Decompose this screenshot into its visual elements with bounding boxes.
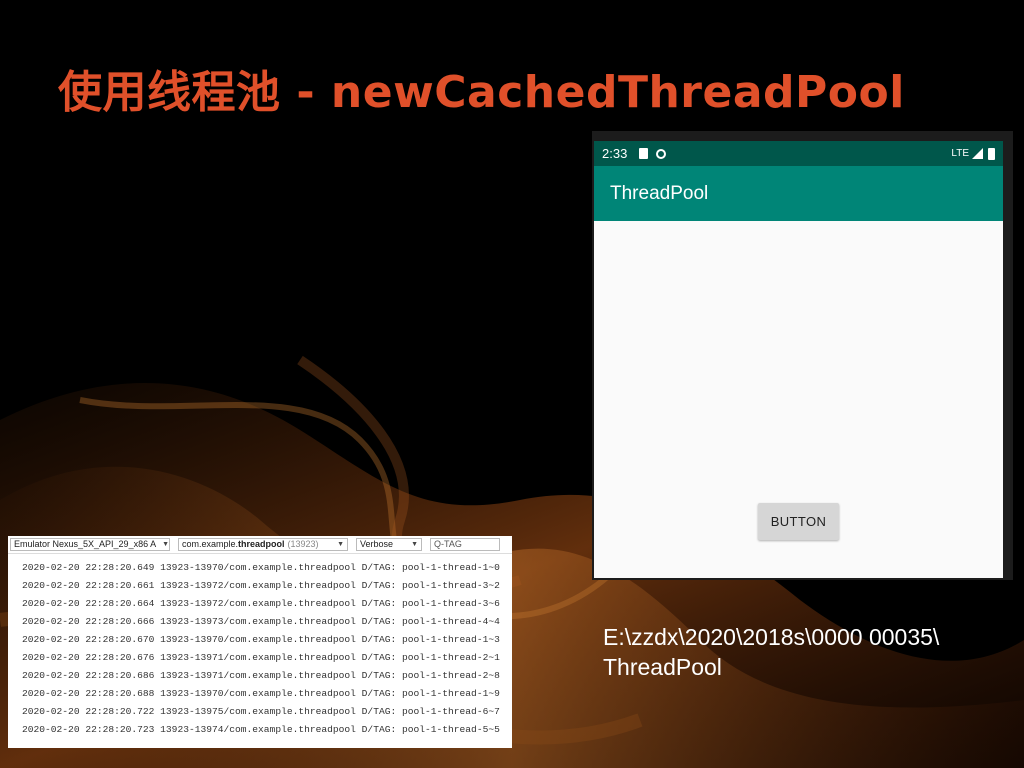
path-line-2: ThreadPool — [603, 654, 722, 680]
chevron-down-icon: ▼ — [337, 541, 344, 548]
path-line-1: E:\zzdx\2020\2018s\0000 00035\ — [603, 624, 940, 650]
app-title: ThreadPool — [610, 182, 709, 204]
log-search-input[interactable]: Q-TAG — [430, 538, 500, 551]
app-bar: ThreadPool — [594, 166, 1003, 221]
phone-screen: 2:33 LTE ThreadPool BUTTON — [594, 141, 1003, 578]
process-prefix: com.example. — [182, 539, 239, 549]
log-line: 2020-02-20 22:28:20.686 13923-13971/com.… — [22, 670, 500, 681]
log-line: 2020-02-20 22:28:20.676 13923-13971/com.… — [22, 652, 500, 663]
slide-title: 使用线程池 - newCachedThreadPool — [58, 67, 905, 118]
status-time: 2:33 — [602, 146, 628, 161]
log-line: 2020-02-20 22:28:20.661 13923-13972/com.… — [22, 580, 500, 591]
process-selector[interactable]: com.example. threadpool (13923) ▼ — [178, 538, 348, 551]
log-level-selector[interactable]: Verbose ▼ — [356, 538, 422, 551]
process-pid: (13923) — [287, 539, 319, 549]
log-line: 2020-02-20 22:28:20.723 13923-13974/com.… — [22, 724, 500, 735]
network-type-label: LTE — [951, 148, 969, 159]
device-selector[interactable]: Emulator Nexus_5X_API_29_x86 A ▼ — [10, 538, 170, 551]
log-line: 2020-02-20 22:28:20.664 13923-13972/com.… — [22, 598, 500, 609]
log-line: 2020-02-20 22:28:20.688 13923-13970/com.… — [22, 688, 500, 699]
logcat-panel: Emulator Nexus_5X_API_29_x86 A ▼ com.exa… — [8, 536, 512, 748]
search-placeholder: Q-TAG — [434, 539, 462, 549]
sd-card-icon — [639, 148, 649, 159]
run-button[interactable]: BUTTON — [758, 503, 839, 540]
signal-icon — [972, 148, 983, 159]
sync-icon — [656, 148, 667, 159]
logcat-toolbar: Emulator Nexus_5X_API_29_x86 A ▼ com.exa… — [8, 536, 512, 554]
status-bar: 2:33 LTE — [594, 141, 1003, 166]
log-line: 2020-02-20 22:28:20.670 13923-13970/com.… — [22, 634, 500, 645]
process-package-name: threadpool — [238, 539, 285, 549]
battery-icon — [988, 147, 995, 160]
log-lines: 2020-02-20 22:28:20.649 13923-13970/com.… — [8, 554, 512, 739]
chevron-down-icon: ▼ — [162, 541, 170, 548]
status-indicators: LTE — [951, 147, 995, 160]
log-line: 2020-02-20 22:28:20.649 13923-13970/com.… — [22, 562, 500, 573]
project-path-caption: E:\zzdx\2020\2018s\0000 00035\ ThreadPoo… — [603, 622, 1003, 682]
chevron-down-icon: ▼ — [411, 541, 418, 548]
phone-emulator-frame: 2:33 LTE ThreadPool BUTTON — [592, 131, 1013, 580]
log-line: 2020-02-20 22:28:20.722 13923-13975/com.… — [22, 706, 500, 717]
log-level-label: Verbose — [360, 539, 394, 549]
log-line: 2020-02-20 22:28:20.666 13923-13973/com.… — [22, 616, 500, 627]
device-label: Emulator Nexus_5X_API_29_x86 A — [14, 539, 157, 549]
